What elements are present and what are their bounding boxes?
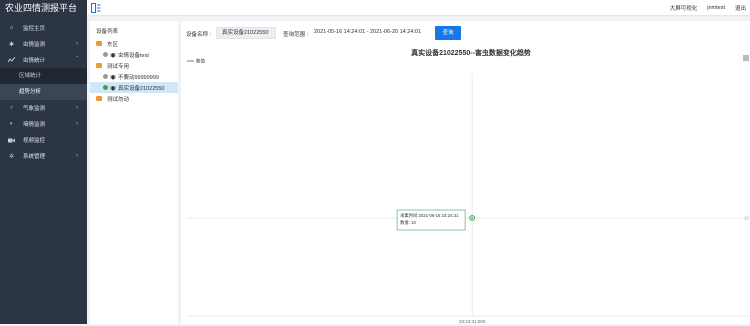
chevron-down-icon: ˇ (76, 57, 78, 63)
tree-node-label: 虫情设备test (118, 52, 149, 59)
chevron-right-icon: › (76, 105, 78, 111)
status-dot (103, 74, 108, 79)
sidebar-item-label: 虫情统计 (23, 58, 46, 64)
tree-device[interactable]: 不要动99999999 (90, 71, 178, 82)
tree-device[interactable]: 真实设备21022550 (90, 82, 178, 93)
bug-icon (110, 74, 116, 80)
status-dot (103, 52, 108, 57)
device-tree-title: 设备列表 (96, 29, 119, 35)
chart-icon (8, 57, 15, 64)
x-tick-label: 23:24:31:000 (459, 319, 486, 324)
bigscreen-link[interactable]: 大屏可视化 (670, 4, 698, 12)
tooltip-value: 数值: 10 (400, 219, 416, 226)
tree-node-label: 真实设备21022550 (118, 85, 165, 92)
range-label: 查询范围 : (283, 32, 309, 38)
trend-chart: 真实设备21022550--害虫数据变化趋势 数值 23:24:31:000 10… (181, 47, 750, 324)
weather-icon: ○ (9, 105, 14, 111)
tooltip-time: 采集时间:2021-06-18 23:24:31 (400, 212, 459, 219)
bug-icon (110, 52, 116, 58)
tree-node-label: 东区 (107, 41, 119, 48)
sidebar-subitem-region-stats[interactable]: 区域统计 (0, 68, 87, 84)
sidebar-item-video[interactable]: 视频监控 (0, 132, 87, 148)
chart-title: 真实设备21022550--害虫数据变化趋势 (411, 48, 531, 57)
chevron-right-icon: › (76, 41, 78, 47)
folder-icon (96, 41, 102, 46)
tree-device[interactable]: 虫情设备test (90, 49, 178, 60)
tree-node-label: 不要动99999999 (118, 74, 159, 81)
gear-icon: ✲ (8, 153, 15, 160)
user-name[interactable]: jnmtest (707, 5, 725, 11)
folder-icon (96, 63, 102, 68)
video-icon (8, 137, 15, 144)
logout-link[interactable]: 退出 (735, 4, 746, 12)
tree-node-label: 测试专用 (107, 63, 130, 70)
top-bar: 农业四情测报平台 大屏可视化 jnmtest 退出 (0, 0, 750, 16)
filter-bar: 设备名称 : 真实设备21022550 查询范围 : 2021-05-16 14… (181, 21, 750, 45)
data-point-center (471, 217, 474, 219)
tree-node-label: 测试勿动 (107, 96, 130, 103)
bug-icon: ✱ (8, 41, 15, 48)
chevron-right-icon: › (76, 153, 78, 159)
sidebar-item-label: 气象监测 (23, 106, 46, 112)
sidebar-item-label: 墒情监测 (23, 122, 46, 128)
date-range-field[interactable]: 2021-05-16 14:24:01 - 2021-06-20 14:24:0… (309, 27, 429, 39)
device-tree-panel: 设备列表 东区 虫情设备test 测试专用 不要动99999999 真实设备21… (90, 21, 178, 324)
sidebar-item-label: 监控主页 (23, 26, 46, 32)
device-name-field[interactable]: 真实设备21022550 (216, 27, 276, 39)
sidebar: ⌂ 监控主页 ✱ 虫情监测 › 虫情统计 ˇ 区域统计 趋势分析 ○ 气象监测 … (0, 16, 87, 324)
app-title: 农业四情测报平台 (0, 0, 87, 16)
menu-icon[interactable] (743, 55, 749, 61)
y-value-label: 10 (744, 216, 750, 221)
sidebar-item-system[interactable]: ✲ 系统管理 › (0, 148, 87, 164)
search-button[interactable]: 查询 (435, 26, 461, 40)
status-dot (103, 85, 108, 90)
tree-folder[interactable]: 测试专用 (90, 60, 178, 71)
bug-icon (110, 85, 116, 91)
sidebar-item-soil[interactable]: ◐ 墒情监测 › (0, 116, 87, 132)
sidebar-item-label: 视频监控 (23, 138, 46, 144)
tree-folder[interactable]: 测试勿动 (90, 93, 178, 104)
main-panel: 设备名称 : 真实设备21022550 查询范围 : 2021-05-16 14… (181, 21, 750, 324)
menu-collapse-icon[interactable] (91, 3, 101, 13)
sidebar-item-pest-monitor[interactable]: ✱ 虫情监测 › (0, 36, 87, 52)
folder-icon (96, 96, 102, 101)
sidebar-item-home[interactable]: ⌂ 监控主页 (0, 20, 87, 36)
sidebar-item-label: 系统管理 (23, 154, 46, 160)
sidebar-subitem-trend-analysis[interactable]: 趋势分析 (0, 84, 87, 100)
sidebar-item-weather[interactable]: ○ 气象监测 › (0, 100, 87, 116)
tree-folder[interactable]: 东区 (90, 38, 178, 49)
top-nav: 大屏可视化 jnmtest 退出 (670, 0, 746, 16)
sidebar-item-pest-stats[interactable]: 虫情统计 ˇ (0, 52, 87, 68)
trend-chart-svg: 真实设备21022550--害虫数据变化趋势 数值 23:24:31:000 10… (187, 48, 750, 324)
device-name-label: 设备名称 : (186, 32, 212, 38)
legend-label[interactable]: 数值 (196, 58, 205, 65)
sidebar-item-label: 虫情监测 (23, 42, 46, 48)
home-icon: ⌂ (9, 25, 14, 31)
chevron-right-icon: › (76, 121, 78, 127)
soil-icon: ◐ (9, 121, 14, 127)
